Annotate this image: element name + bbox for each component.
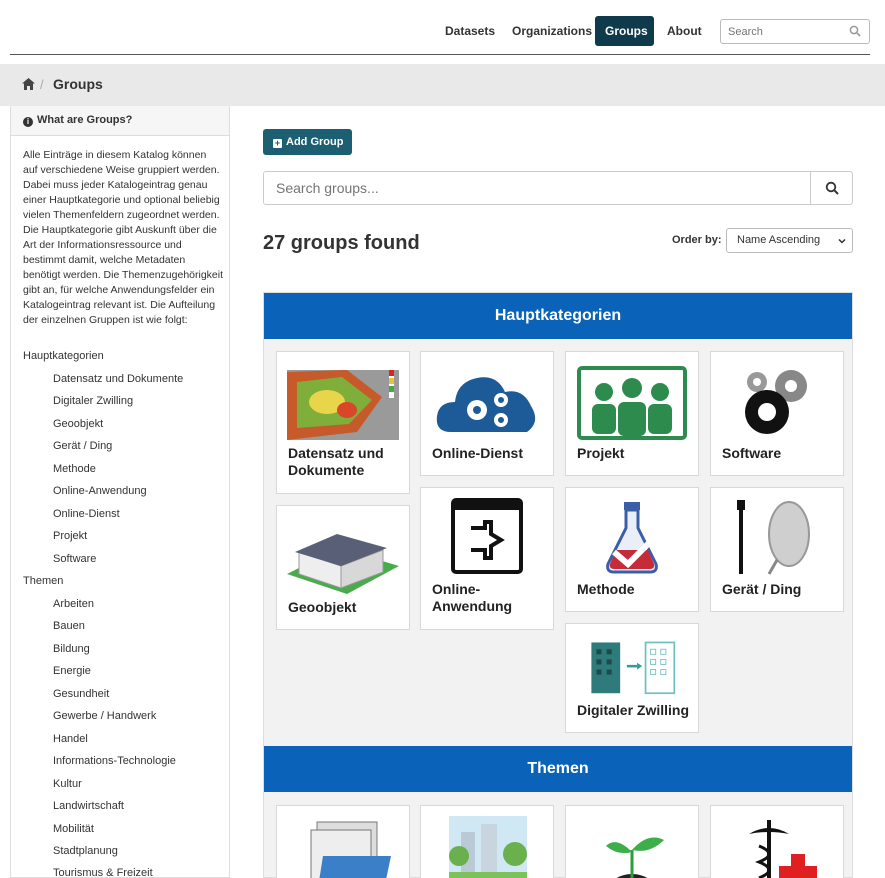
sidebar-item[interactable]: Bauen <box>53 620 85 632</box>
sidebar-item[interactable]: Geoobjekt <box>53 418 103 430</box>
sidebar-heading: i What are Groups? <box>11 106 229 136</box>
home-icon[interactable] <box>22 78 35 90</box>
group-card-datensatz[interactable]: Datensatz und Dokumente <box>276 351 410 494</box>
group-card-label: Online-Dienst <box>432 445 524 461</box>
site-search-input[interactable] <box>721 20 841 43</box>
group-card-online-anwendung[interactable]: Online-Anwendung <box>420 487 554 630</box>
group-card-theme[interactable] <box>710 805 844 878</box>
group-card-geoobjekt[interactable]: Geoobjekt <box>276 505 410 630</box>
house-icon <box>287 534 399 594</box>
order-label: Order by: <box>672 234 722 246</box>
team-icon <box>577 366 687 440</box>
sidebar-item[interactable]: Software <box>53 553 96 565</box>
group-card-projekt[interactable]: Projekt <box>565 351 699 476</box>
seedling-icon <box>606 837 664 878</box>
groups-panel: Hauptkategorien Datensatz und Dokumente <box>263 292 853 878</box>
sidebar-item[interactable]: Arbeiten <box>53 598 94 610</box>
add-group-label: Add Group <box>286 136 344 148</box>
section-header-themen: Themen <box>264 746 852 792</box>
sidebar-item[interactable]: Projekt <box>53 530 87 542</box>
nav-groups[interactable]: Groups <box>595 16 654 46</box>
sidebar-item[interactable]: Bildung <box>53 643 90 655</box>
heatmap-image <box>287 368 399 440</box>
nav-about[interactable]: About <box>657 16 712 46</box>
flask-icon <box>606 502 659 574</box>
results-count: 27 groups found <box>263 232 420 254</box>
breadcrumb-separator: / <box>40 77 44 92</box>
sidebar-item[interactable]: Online-Anwendung <box>53 485 147 497</box>
category-themen: Themen <box>23 575 64 587</box>
caduceus-cross-icon <box>749 820 817 878</box>
gears-icon <box>745 370 807 434</box>
group-card-label: Datensatz und Dokumente <box>288 445 384 478</box>
sidebar-item[interactable]: Digitaler Zwilling <box>53 395 133 407</box>
group-card-methode[interactable]: Methode <box>565 487 699 612</box>
sidebar-item[interactable]: Mobilität <box>53 823 94 835</box>
lamp-satellite-icon <box>737 500 810 575</box>
group-search-button[interactable] <box>810 172 852 204</box>
add-group-button[interactable]: + Add Group <box>263 129 352 155</box>
chevron-down-icon <box>838 238 846 244</box>
cloud-gears-icon <box>436 377 536 432</box>
category-hauptkategorien: Hauptkategorien <box>23 350 104 362</box>
group-card-label: Geoobjekt <box>288 599 357 615</box>
city-park-icon <box>449 816 527 878</box>
group-card-geraet[interactable]: Gerät / Ding <box>710 487 844 612</box>
sidebar-item[interactable]: Methode <box>53 463 96 475</box>
sidebar-item[interactable]: Gewerbe / Handwerk <box>53 710 156 722</box>
breadcrumb-current[interactable]: Groups <box>53 76 103 92</box>
order-value: Name Ascending <box>737 234 821 246</box>
app-window-gear-icon <box>451 498 523 574</box>
search-icon <box>825 181 839 195</box>
group-card-theme[interactable] <box>276 805 410 878</box>
sidebar-item[interactable]: Handel <box>53 733 88 745</box>
group-card-software[interactable]: Software <box>710 351 844 476</box>
group-card-online-dienst[interactable]: Online-Dienst <box>420 351 554 476</box>
sidebar-item[interactable]: Online-Dienst <box>53 508 120 520</box>
group-card-label: Projekt <box>577 445 625 461</box>
group-search <box>263 171 853 205</box>
main-content: + Add Group 27 groups found Order by: Nam… <box>230 106 885 878</box>
building-twin-icon <box>591 641 676 695</box>
sidebar-item[interactable]: Tourismus & Freizeit <box>53 867 153 878</box>
sidebar-title: What are Groups? <box>37 114 133 126</box>
sidebar-item[interactable]: Stadtplanung <box>53 845 118 857</box>
folder-documents-icon <box>310 821 391 878</box>
group-card-label: Methode <box>577 581 635 597</box>
group-card-label: Gerät / Ding <box>722 581 802 597</box>
sidebar-description: Alle Einträge in diesem Katalog können a… <box>23 149 224 326</box>
group-card-label: Digitaler Zwilling <box>577 702 690 718</box>
sidebar-item[interactable]: Informations-Technologie <box>53 755 176 767</box>
top-header: Datasets Organizations Groups About <box>0 0 885 62</box>
group-search-input[interactable] <box>264 172 804 204</box>
section-header-hauptkategorien: Hauptkategorien <box>264 293 852 339</box>
group-card-label: Online-Anwendung <box>432 581 513 614</box>
nav-datasets[interactable]: Datasets <box>435 16 505 46</box>
group-card-label: Software <box>722 445 782 461</box>
group-card-theme[interactable] <box>420 805 554 878</box>
nav-organizations[interactable]: Organizations <box>502 16 602 46</box>
sidebar-item[interactable]: Kultur <box>53 778 82 790</box>
sidebar-item[interactable]: Gesundheit <box>53 688 109 700</box>
sidebar: i What are Groups? Alle Einträge in diese… <box>10 106 230 878</box>
sidebar-item[interactable]: Datensatz und Dokumente <box>53 373 183 385</box>
breadcrumb: / Groups <box>0 64 885 106</box>
group-card-digitaler-zwilling[interactable]: Digitaler Zwilling <box>565 623 699 733</box>
plus-icon: + <box>273 138 282 148</box>
sidebar-item[interactable]: Energie <box>53 665 91 677</box>
order-select[interactable]: Name Ascending <box>726 228 853 253</box>
group-card-theme[interactable] <box>565 805 699 878</box>
site-search[interactable] <box>720 19 870 44</box>
info-icon: i <box>23 117 33 127</box>
sidebar-item[interactable]: Gerät / Ding <box>53 440 112 452</box>
sidebar-item[interactable]: Landwirtschaft <box>53 800 124 812</box>
search-icon[interactable] <box>849 25 861 37</box>
header-divider <box>10 54 870 55</box>
